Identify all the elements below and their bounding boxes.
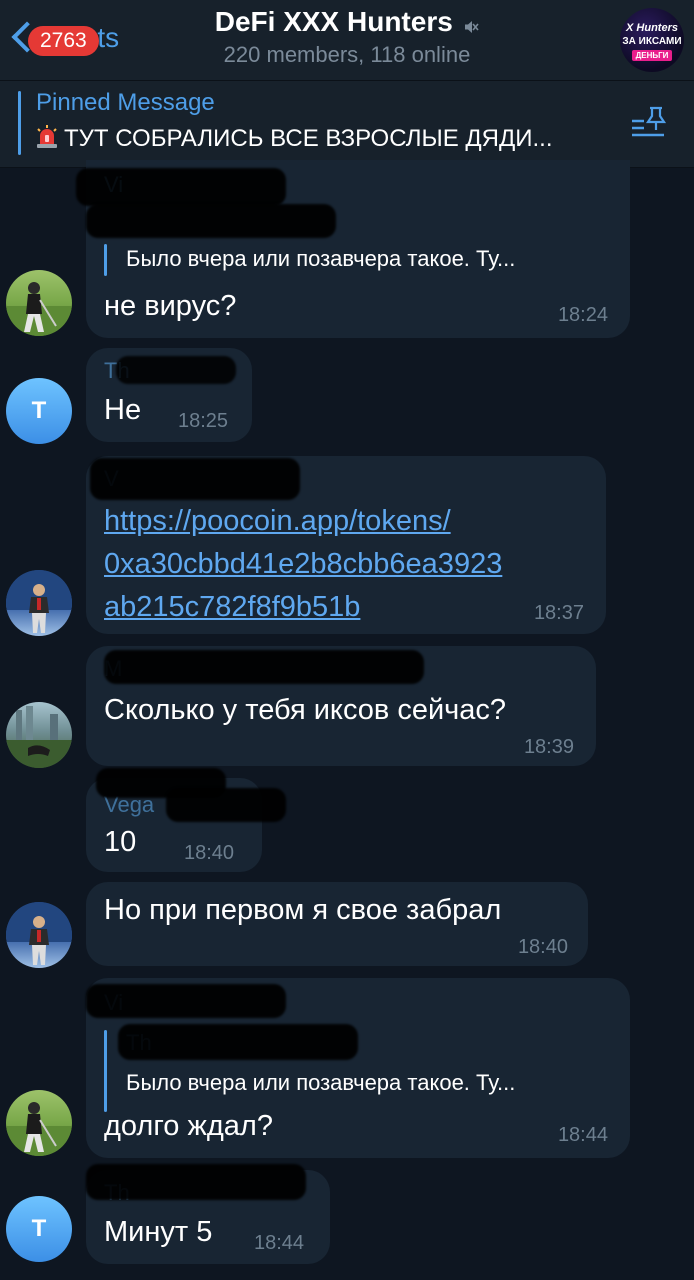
user-avatar[interactable]	[6, 702, 72, 768]
redaction	[118, 1024, 358, 1060]
message-time: 18:39	[523, 736, 574, 758]
quote-text: Было вчера или позавчера такое. Ту...	[126, 246, 516, 271]
redaction	[76, 168, 286, 206]
message-time: 18:37	[533, 602, 584, 624]
message-time: 18:25	[178, 410, 229, 432]
quote-accent-bar	[104, 1030, 107, 1112]
pinned-message-bar[interactable]: Pinned Message ТУТ СОБРАЛИСЬ ВСЕ ВЗРОСЛЫ…	[0, 81, 694, 168]
chat-title: DeFi XXX Hunters	[214, 6, 453, 37]
message-bubble[interactable]: Vega 10 18:40	[86, 768, 286, 872]
message-bubble[interactable]: Vi Было вчера или позавчера такое. Ту...…	[76, 160, 630, 338]
redaction	[86, 204, 336, 238]
link-line[interactable]: ab215c782f8f9b51b	[104, 586, 502, 629]
message-text: Сколько у тебя иксов сейчас?	[104, 694, 507, 726]
message-time: 18:24	[557, 304, 608, 326]
message-link[interactable]: https://poocoin.app/tokens/ 0xa30cbbd41e…	[104, 500, 502, 629]
pinned-accent-bar	[18, 91, 21, 155]
pin-list-icon[interactable]	[630, 105, 666, 141]
message-bubble[interactable]: Vi Th Было вчера или позавчера такое. Ту…	[86, 978, 630, 1158]
pinned-text-label: ТУТ СОБРАЛИСЬ ВСЕ ВЗРОСЛЫЕ ДЯДИ...	[64, 125, 553, 152]
message-text: не вирус?	[104, 290, 237, 322]
redaction	[86, 1164, 306, 1200]
user-avatar[interactable]	[6, 1090, 72, 1156]
message-time: 18:40	[184, 842, 235, 864]
redaction	[86, 984, 286, 1018]
message-bubble[interactable]: Th Не 18:25	[86, 348, 252, 442]
conference-photo	[6, 570, 72, 633]
conference-photo	[6, 902, 72, 965]
user-avatar[interactable]	[6, 270, 72, 336]
redaction	[166, 788, 286, 822]
channel-avatar[interactable]: X Hunters ЗА ИКСАМИ ДЕНЬГИ	[620, 8, 684, 72]
user-avatar[interactable]	[6, 570, 72, 636]
channel-avatar-line3: ДЕНЬГИ	[632, 50, 672, 61]
quote-accent-bar	[104, 244, 107, 276]
message-text: 10	[104, 826, 137, 858]
message-bubble[interactable]: М Сколько у тебя иксов сейчас? 18:39	[86, 646, 596, 766]
pinned-title: Pinned Message	[36, 89, 215, 116]
message-time: 18:40	[517, 936, 568, 958]
user-avatar[interactable]	[6, 902, 72, 968]
back-button[interactable]: Chats 2763	[10, 21, 150, 62]
channel-avatar-line2: ЗА ИКСАМИ	[622, 36, 682, 47]
chat-header: Chats 2763 DeFi XXX Hunters 220 members,…	[0, 0, 694, 81]
message-text: долго ждал?	[104, 1110, 273, 1142]
pinned-text: ТУТ СОБРАЛИСЬ ВСЕ ВЗРОСЛЫЕ ДЯДИ...	[36, 125, 553, 153]
chat-title-area[interactable]: DeFi XXX Hunters 220 members, 118 online	[150, 6, 544, 68]
unread-badge: 2763	[28, 26, 99, 56]
user-avatar[interactable]: T	[6, 378, 72, 444]
message-time: 18:44	[254, 1232, 305, 1254]
chat-subtitle: 220 members, 118 online	[223, 42, 471, 67]
channel-avatar-line1: X Hunters	[626, 22, 678, 34]
message-text: Не	[104, 394, 142, 426]
golfer-photo	[6, 282, 72, 336]
city-photo	[6, 706, 72, 768]
redaction	[90, 458, 300, 500]
message-bubble[interactable]: Th Минут 5 18:44	[86, 1164, 330, 1264]
message-bubble[interactable]: V https://poocoin.app/tokens/ 0xa30cbbd4…	[86, 456, 606, 634]
muted-speaker-icon	[465, 20, 479, 33]
redaction	[104, 650, 424, 684]
message-time: 18:44	[557, 1124, 608, 1146]
golfer-photo	[6, 1102, 72, 1156]
link-line[interactable]: https://poocoin.app/tokens/	[104, 500, 502, 543]
siren-icon	[37, 125, 57, 148]
link-line[interactable]: 0xa30cbbd41e2b8cbb6ea3923	[104, 543, 502, 586]
user-avatar[interactable]: T	[6, 1196, 72, 1262]
quote-text: Было вчера или позавчера такое. Ту...	[126, 1070, 516, 1095]
redaction	[116, 356, 236, 384]
message-bubble[interactable]: Но при первом я свое забрал 18:40	[86, 882, 588, 966]
message-text: Минут 5	[104, 1216, 213, 1248]
message-text: Но при первом я свое забрал	[104, 894, 502, 926]
